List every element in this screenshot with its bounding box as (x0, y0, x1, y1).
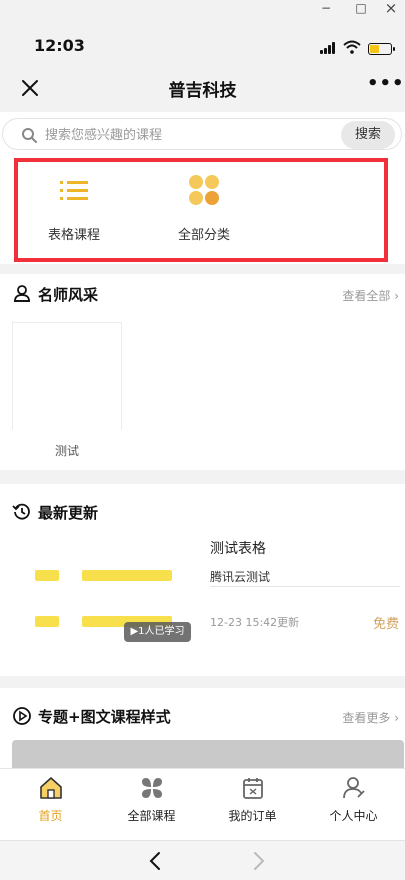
category-label: 全部分类 (177, 228, 230, 243)
minimize-button[interactable]: − (311, 0, 341, 18)
search-icon (22, 128, 37, 143)
tab-all-courses[interactable]: 全部课程 (101, 775, 202, 824)
nav-bar: 普吉科技 ••• (0, 64, 405, 112)
latest-section: 最新更新 ▶1人已学习 测试表格 腾讯云测试 12-23 15:42更新 免费 (0, 484, 405, 676)
category-label: 表格课程 (47, 228, 100, 243)
tab-label: 全部课程 (127, 809, 176, 823)
category-all[interactable]: 全部分类 (154, 172, 254, 243)
status-time: 12:03 (34, 36, 85, 55)
user-icon (342, 777, 365, 799)
battery-icon (368, 43, 395, 55)
tab-profile[interactable]: 个人中心 (303, 775, 404, 824)
tab-home[interactable]: 首页 (0, 775, 101, 824)
learner-count-badge: ▶1人已学习 (124, 622, 191, 642)
thumbnail-placeholder (35, 616, 59, 627)
course-price: 免费 (372, 617, 399, 632)
search-input[interactable] (45, 123, 335, 147)
clover-icon (141, 778, 162, 798)
course-subtitle: 腾讯云测试 (210, 570, 271, 584)
tab-label: 我的订单 (228, 809, 277, 823)
special-section: 专题+图文课程样式 查看更多 › (0, 688, 405, 770)
section-title: 专题+图文课程样式 (38, 708, 171, 726)
status-bar: 12:03 (0, 18, 405, 64)
calendar-icon (242, 778, 263, 799)
tab-label: 个人中心 (329, 809, 378, 823)
browser-bottom-bar (0, 840, 405, 880)
battery-level (370, 45, 379, 53)
tab-my-orders[interactable]: 我的订单 (202, 775, 303, 824)
section-title: 最新更新 (38, 504, 99, 522)
grid-dots-icon (189, 175, 219, 205)
teacher-section: 名师风采 查看全部 › 测试 (0, 274, 405, 470)
thumbnail-placeholder (35, 570, 59, 581)
back-arrow-icon[interactable] (144, 849, 168, 873)
search-bar: 搜索 (0, 112, 405, 156)
list-icon (60, 181, 88, 200)
teacher-icon (14, 285, 30, 302)
window-titlebar: − □ × (0, 0, 405, 18)
history-icon (12, 503, 30, 520)
thumbnail-placeholder (82, 570, 172, 581)
course-title[interactable]: 测试表格 (210, 538, 266, 558)
forward-arrow-icon[interactable] (246, 849, 270, 873)
special-banner[interactable] (12, 740, 404, 770)
page-title: 普吉科技 (168, 81, 237, 101)
wifi-icon (343, 40, 361, 54)
section-title: 名师风采 (38, 286, 99, 304)
category-table-courses[interactable]: 表格课程 (24, 172, 124, 243)
teacher-name: 测试 (54, 444, 79, 458)
course-update-date: 12-23 15:42更新 (210, 616, 300, 629)
more-menu-button[interactable]: ••• (367, 74, 404, 100)
signal-icon (320, 42, 338, 54)
tab-label: 首页 (38, 809, 63, 823)
window-close-button[interactable]: × (376, 0, 405, 18)
view-more-link[interactable]: 查看更多 › (342, 709, 399, 726)
view-all-link[interactable]: 查看全部 › (342, 287, 399, 304)
teacher-card[interactable] (12, 322, 122, 430)
category-section: 表格课程 全部分类 (0, 156, 405, 264)
maximize-button[interactable]: □ (346, 0, 376, 18)
tab-bar: 首页 全部课程 我的订单 个人中心 (0, 768, 405, 840)
divider (210, 586, 400, 587)
search-box: 搜索 (2, 118, 402, 150)
search-button[interactable]: 搜索 (341, 121, 395, 149)
home-icon (39, 777, 62, 799)
play-circle-icon (13, 707, 31, 725)
